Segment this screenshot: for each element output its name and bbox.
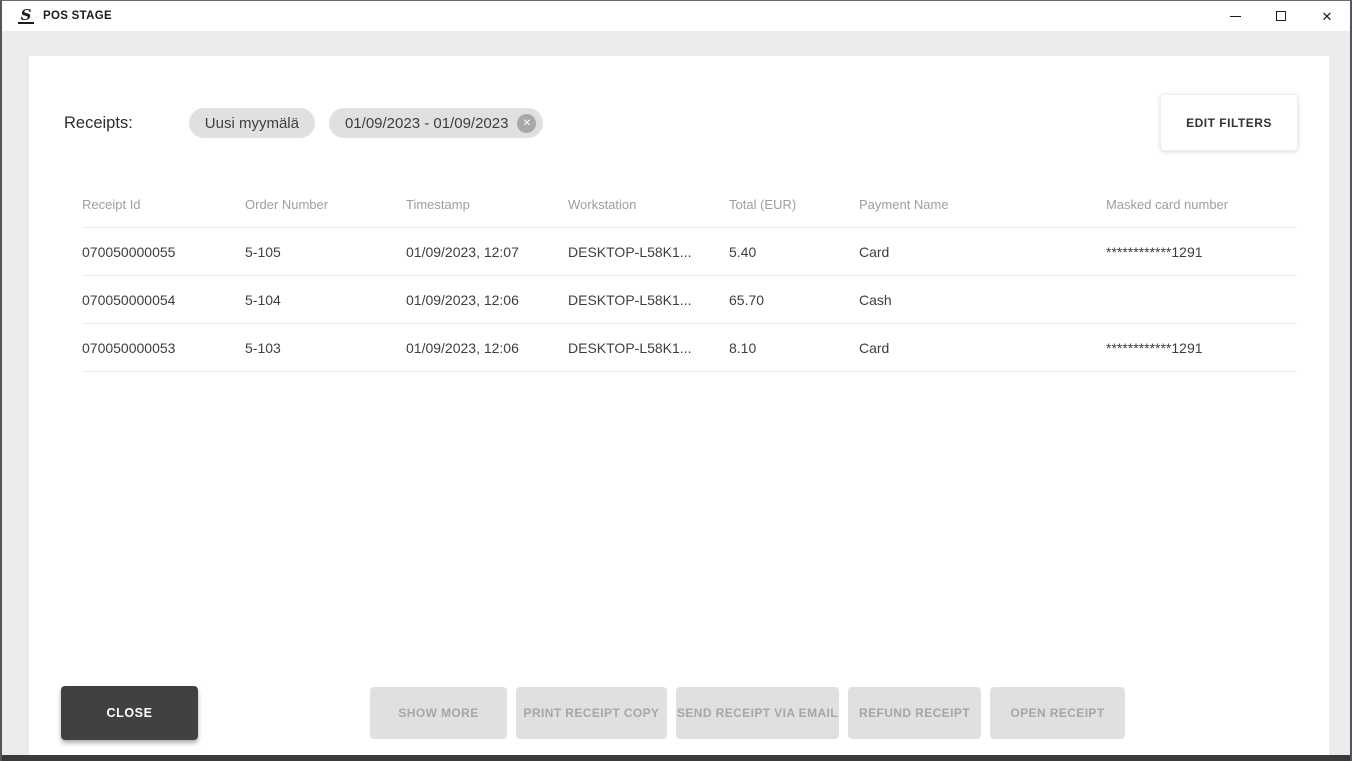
receipts-label: Receipts: — [64, 113, 133, 132]
print-receipt-copy-button[interactable]: PRINT RECEIPT COPY — [516, 687, 667, 739]
cell-masked-card: ************1291 — [1106, 243, 1203, 260]
edit-filters-button[interactable]: EDIT FILTERS — [1160, 94, 1298, 151]
cell-workstation: DESKTOP-L58K1... — [568, 243, 692, 260]
receipts-table: Receipt Id Order Number Timestamp Workst… — [61, 181, 1297, 372]
cell-order-number: 5-103 — [245, 339, 281, 356]
close-button[interactable]: CLOSE — [61, 686, 198, 740]
remove-filter-icon[interactable]: ✕ — [517, 113, 537, 133]
column-header-payment-name: Payment Name — [859, 196, 949, 212]
filter-chip-daterange-label: 01/09/2023 - 01/09/2023 — [344, 114, 509, 132]
taskbar-strip — [2, 755, 1350, 761]
open-receipt-button[interactable]: OPEN RECEIPT — [990, 687, 1125, 739]
close-window-button[interactable]: ✕ — [1304, 1, 1350, 31]
cell-workstation: DESKTOP-L58K1... — [568, 291, 692, 308]
maximize-button[interactable] — [1258, 1, 1304, 31]
app-logo-icon: S — [18, 7, 34, 24]
cell-payment-name: Cash — [859, 291, 892, 308]
filter-chip-store[interactable]: Uusi myymälä — [188, 108, 315, 138]
column-header-total: Total (EUR) — [729, 196, 797, 212]
cell-receipt-id: 070050000055 — [82, 243, 176, 260]
show-more-button[interactable]: SHOW MORE — [370, 687, 507, 739]
minimize-button[interactable] — [1212, 1, 1258, 31]
cell-masked-card: ************1291 — [1106, 339, 1203, 356]
table-row[interactable]: 070050000055 5-105 01/09/2023, 12:07 DES… — [82, 228, 1297, 276]
column-header-timestamp: Timestamp — [406, 196, 470, 212]
cell-order-number: 5-104 — [245, 291, 281, 308]
table-row[interactable]: 070050000053 5-103 01/09/2023, 12:06 DES… — [82, 324, 1297, 372]
send-receipt-via-email-button[interactable]: SEND RECEIPT VIA EMAIL — [676, 687, 839, 739]
receipts-panel: Receipts: Uusi myymälä 01/09/2023 - 01/0… — [29, 56, 1329, 756]
cell-timestamp: 01/09/2023, 12:06 — [406, 339, 519, 356]
minimize-icon — [1229, 15, 1241, 17]
receipt-actions: SHOW MORE PRINT RECEIPT COPY SEND RECEIP… — [370, 687, 1125, 739]
cell-timestamp: 01/09/2023, 12:07 — [406, 243, 519, 260]
cell-total: 65.70 — [729, 291, 765, 308]
app-window: S POS STAGE ✕ Receipts: Uusi myymälä 01/… — [0, 0, 1352, 761]
cell-total: 5.40 — [729, 243, 757, 260]
filter-chip-store-label: Uusi myymälä — [204, 114, 299, 132]
table-row[interactable]: 070050000054 5-104 01/09/2023, 12:06 DES… — [82, 276, 1297, 324]
cell-order-number: 5-105 — [245, 243, 281, 260]
cell-receipt-id: 070050000054 — [82, 291, 176, 308]
window-title: POS STAGE — [43, 10, 112, 22]
cell-workstation: DESKTOP-L58K1... — [568, 339, 692, 356]
cell-payment-name: Card — [859, 243, 890, 260]
cell-timestamp: 01/09/2023, 12:06 — [406, 291, 519, 308]
cell-total: 8.10 — [729, 339, 757, 356]
table-header-row: Receipt Id Order Number Timestamp Workst… — [82, 181, 1297, 228]
cell-payment-name: Card — [859, 339, 890, 356]
column-header-receipt-id: Receipt Id — [82, 196, 141, 212]
filter-bar: Receipts: Uusi myymälä 01/09/2023 - 01/0… — [64, 108, 557, 138]
window-controls: ✕ — [1212, 1, 1350, 31]
refund-receipt-button[interactable]: REFUND RECEIPT — [848, 687, 981, 739]
column-header-order-number: Order Number — [245, 196, 329, 212]
cell-receipt-id: 070050000053 — [82, 339, 176, 356]
column-header-masked-card: Masked card number — [1106, 196, 1229, 212]
titlebar: S POS STAGE ✕ — [2, 1, 1350, 31]
close-icon: ✕ — [1321, 8, 1333, 24]
filter-chip-daterange[interactable]: 01/09/2023 - 01/09/2023 ✕ — [328, 108, 544, 138]
column-header-workstation: Workstation — [568, 196, 637, 212]
maximize-icon — [1276, 11, 1286, 21]
